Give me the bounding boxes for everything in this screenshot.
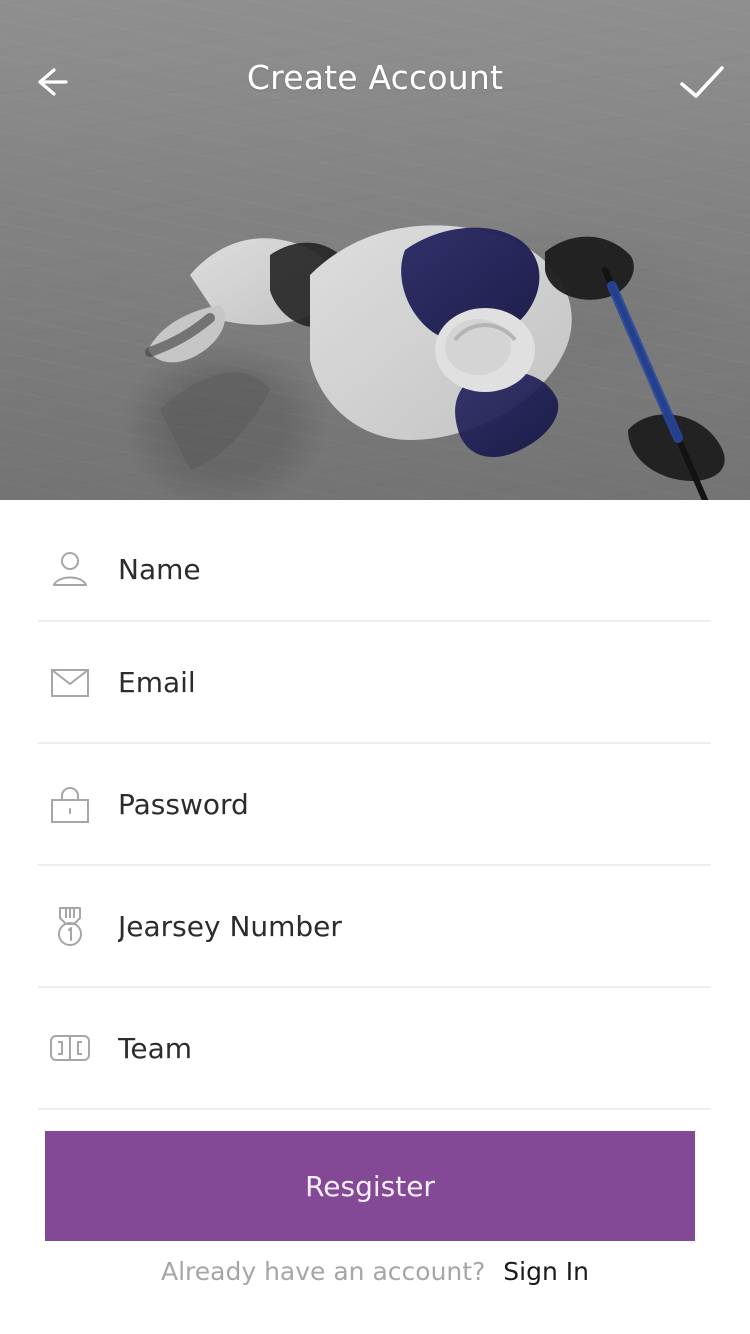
team-row bbox=[38, 988, 711, 1110]
team-field[interactable] bbox=[118, 1020, 711, 1076]
jersey-row bbox=[38, 866, 711, 988]
confirm-button[interactable] bbox=[674, 56, 730, 112]
lock-icon bbox=[42, 776, 98, 832]
name-row bbox=[38, 518, 711, 622]
checkmark-icon bbox=[676, 60, 728, 108]
password-row bbox=[38, 744, 711, 866]
hero-image: Create Account bbox=[0, 0, 750, 500]
name-field[interactable] bbox=[118, 541, 711, 597]
rink-icon bbox=[42, 1020, 98, 1076]
signup-form bbox=[38, 518, 711, 1110]
signin-prompt: Already have an account? bbox=[160, 1257, 486, 1286]
signin-link[interactable]: Sign In bbox=[503, 1257, 589, 1286]
mail-icon bbox=[42, 654, 98, 710]
medal-icon bbox=[42, 898, 98, 954]
password-field[interactable] bbox=[118, 776, 711, 832]
email-field[interactable] bbox=[118, 654, 711, 710]
signin-row: Already have an account? Sign In bbox=[0, 1257, 750, 1286]
page-title: Create Account bbox=[246, 58, 504, 97]
email-row bbox=[38, 622, 711, 744]
register-label: Resgister bbox=[305, 1169, 435, 1203]
person-icon bbox=[42, 541, 98, 597]
register-button[interactable]: Resgister bbox=[45, 1131, 695, 1241]
jersey-number-field[interactable] bbox=[118, 898, 711, 954]
